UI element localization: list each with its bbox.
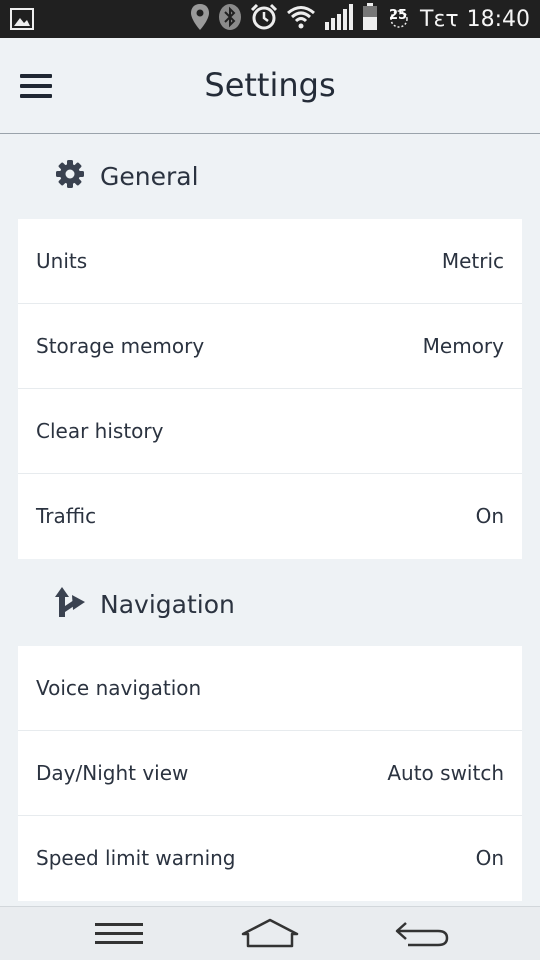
setting-label: Day/Night view xyxy=(36,761,189,785)
wifi-icon xyxy=(286,4,316,34)
app-bar: Settings xyxy=(0,38,540,134)
clock-text: 18:40 xyxy=(466,6,530,32)
alarm-icon xyxy=(250,3,278,35)
bluetooth-icon xyxy=(218,3,242,35)
setting-label: Speed limit warning xyxy=(36,846,236,870)
general-settings-card: Units Metric Storage memory Memory Clear… xyxy=(18,219,522,559)
setting-row-day-night-view[interactable]: Day/Night view Auto switch xyxy=(18,731,522,816)
setting-value: On xyxy=(475,504,504,528)
setting-value: On xyxy=(475,846,504,870)
setting-value: Memory xyxy=(422,334,504,358)
setting-label: Clear history xyxy=(36,419,164,443)
battery-icon xyxy=(362,3,378,35)
section-title-general: General xyxy=(100,161,199,191)
setting-row-storage-memory[interactable]: Storage memory Memory xyxy=(18,304,522,389)
setting-row-voice-navigation[interactable]: Voice navigation xyxy=(18,646,522,731)
setting-row-speed-limit-warning[interactable]: Speed limit warning On xyxy=(18,816,522,901)
setting-label: Traffic xyxy=(36,504,97,528)
gallery-icon xyxy=(10,7,34,35)
back-icon[interactable] xyxy=(394,919,450,953)
setting-label: Voice navigation xyxy=(36,676,202,700)
home-icon[interactable] xyxy=(240,917,300,953)
setting-row-clear-history[interactable]: Clear history xyxy=(18,389,522,474)
setting-value: Auto switch xyxy=(387,761,504,785)
setting-label: Units xyxy=(36,249,88,273)
section-title-navigation: Navigation xyxy=(100,589,235,619)
setting-row-traffic[interactable]: Traffic On xyxy=(18,474,522,559)
gear-icon xyxy=(54,158,86,194)
location-icon xyxy=(190,3,210,35)
section-header-navigation: Navigation xyxy=(54,584,235,624)
setting-label: Storage memory xyxy=(36,334,205,358)
temperature-text: 25 xyxy=(389,8,408,23)
signal-icon xyxy=(324,3,354,35)
setting-value: Metric xyxy=(441,249,504,273)
section-header-general: General xyxy=(54,156,199,196)
page-title: Settings xyxy=(204,66,336,104)
system-navigation-bar xyxy=(0,906,540,960)
navigation-settings-card: Voice navigation Day/Night view Auto swi… xyxy=(18,646,522,901)
setting-row-units[interactable]: Units Metric xyxy=(18,219,522,304)
recent-apps-icon[interactable] xyxy=(94,921,144,951)
day-text: Τετ xyxy=(420,6,459,32)
route-arrow-icon xyxy=(54,586,86,622)
weather-icon: 25 xyxy=(386,6,412,32)
status-bar: 25 Τετ 18:40 xyxy=(0,0,540,38)
